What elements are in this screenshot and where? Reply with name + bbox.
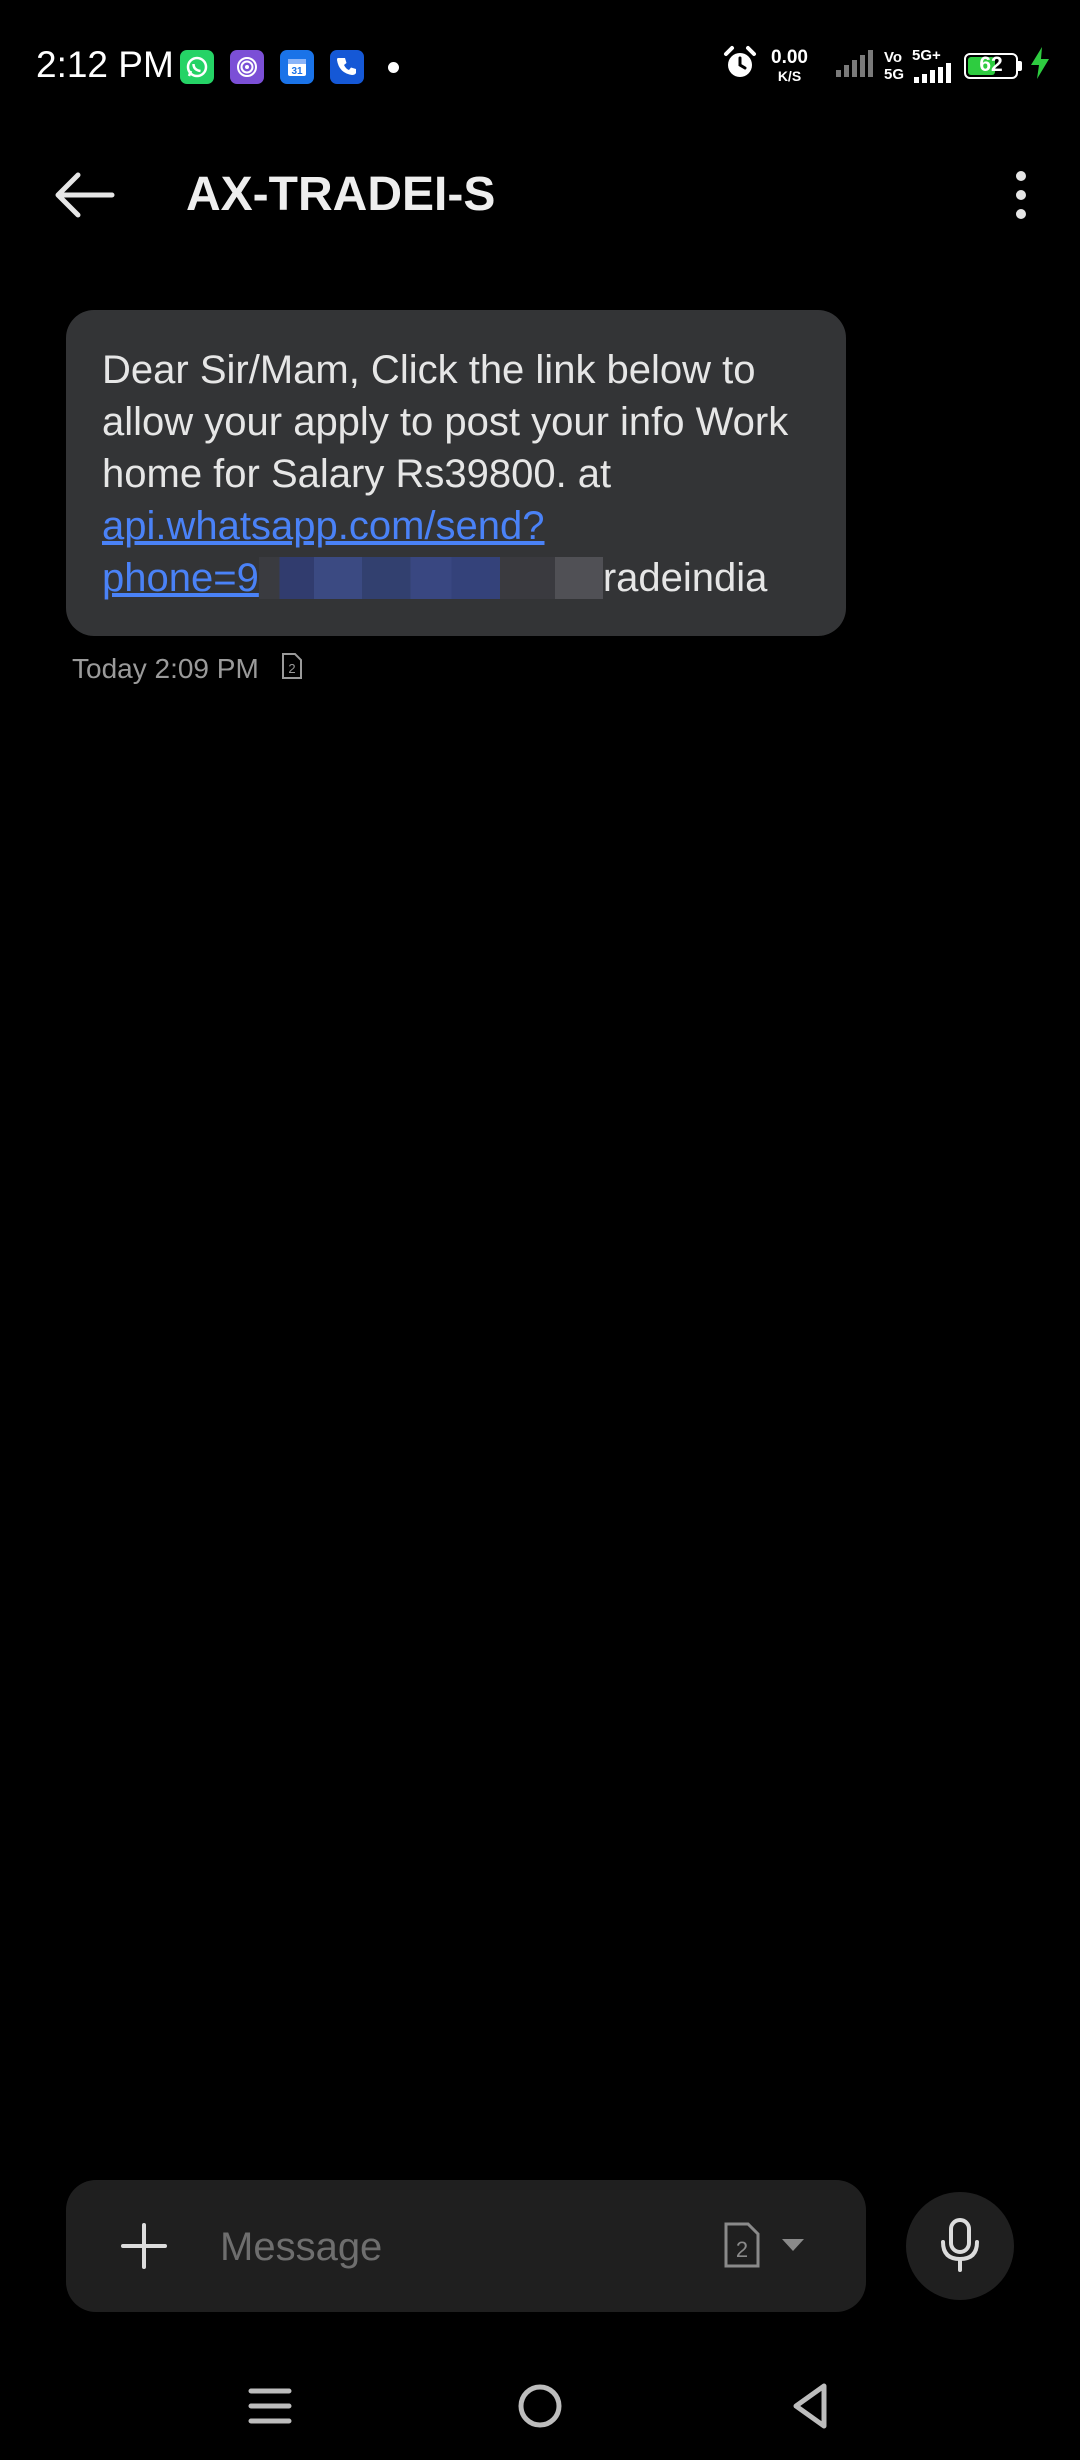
calendar-icon: 31 — [280, 50, 314, 84]
recent-apps-button[interactable] — [240, 2376, 300, 2436]
message-link-line1: api.whatsapp.com/send? — [102, 504, 545, 548]
message-input[interactable] — [218, 2210, 742, 2284]
fingerprint-icon — [230, 50, 264, 84]
conversation-title: AX-TRADEI-S — [186, 168, 496, 221]
back-nav-button[interactable] — [780, 2376, 840, 2436]
network-speed: 0.00 K/S — [771, 46, 808, 84]
message-text-after-link: radeindia — [602, 556, 768, 600]
plus-icon — [121, 2223, 167, 2269]
network-speed-unit: K/S — [777, 67, 802, 84]
messages-screen: 2:12 PM 31 0.00 K/S Vo 5G 5G+ 62 AX-TRAD… — [0, 0, 1080, 2460]
more-notifications-dot — [388, 61, 399, 73]
conversation-header: AX-TRADEI-S — [0, 150, 1080, 240]
message-composer: 2 — [66, 2180, 866, 2312]
home-circle-icon — [518, 2384, 562, 2428]
notification-icons: 31 — [180, 50, 399, 84]
network-speed-value: 0.00 — [771, 46, 808, 68]
system-navigation-bar — [0, 2360, 1080, 2440]
charging-bolt-icon — [1028, 46, 1052, 85]
volte-indicator: Vo 5G — [884, 49, 904, 83]
back-button[interactable] — [52, 164, 132, 226]
status-time: 2:12 PM — [36, 44, 174, 85]
voice-input-button[interactable] — [906, 2192, 1014, 2300]
redacted-region — [258, 557, 603, 599]
more-vert-icon — [1016, 171, 1026, 219]
composer-sim-number: 2 — [736, 2237, 748, 2262]
battery-cap — [1018, 60, 1022, 71]
battery-icon: 62 — [964, 52, 1018, 79]
message-sim-number: 2 — [288, 661, 295, 676]
menu-icon — [248, 2388, 292, 2424]
svg-text:31: 31 — [291, 66, 303, 77]
message-link-line2: phone=9 — [102, 556, 259, 600]
alarm-icon — [721, 44, 759, 87]
dropdown-arrow-icon — [782, 2239, 804, 2251]
attach-button[interactable] — [114, 2216, 174, 2276]
system-icons: 0.00 K/S Vo 5G 5G+ 62 — [721, 44, 1052, 87]
home-button[interactable] — [510, 2376, 570, 2436]
back-triangle-icon — [793, 2383, 827, 2429]
status-bar: 2:12 PM 31 0.00 K/S Vo 5G 5G+ 62 — [0, 0, 1080, 132]
message-bubble[interactable]: Dear Sir/Mam, Click the link below to al… — [66, 310, 846, 636]
sim-selector-button[interactable]: 2 — [722, 2220, 806, 2270]
signal-sim2-icon — [834, 48, 874, 83]
signal-sim1-icon — [914, 63, 951, 83]
whatsapp-icon — [180, 50, 214, 84]
volte-label: Vo — [883, 48, 903, 66]
volte-5g-label: 5G — [883, 65, 904, 83]
message-meta: Today 2:09 PM 2 — [72, 652, 303, 685]
sim-card-icon: 2 — [724, 2222, 760, 2268]
battery-level: 62 — [979, 52, 1003, 76]
sim-card-icon: 2 — [281, 652, 303, 685]
more-options-button[interactable] — [998, 164, 1044, 226]
signal-5g-label: 5G+ — [912, 47, 941, 64]
back-arrow-icon — [55, 172, 115, 218]
signal-5g-indicator: 5G+ — [912, 48, 952, 83]
message-timestamp: Today 2:09 PM — [72, 652, 259, 684]
message-text: Dear Sir/Mam, Click the link below to al… — [102, 348, 789, 496]
phone-call-icon — [330, 50, 364, 84]
microphone-icon — [941, 2218, 979, 2272]
